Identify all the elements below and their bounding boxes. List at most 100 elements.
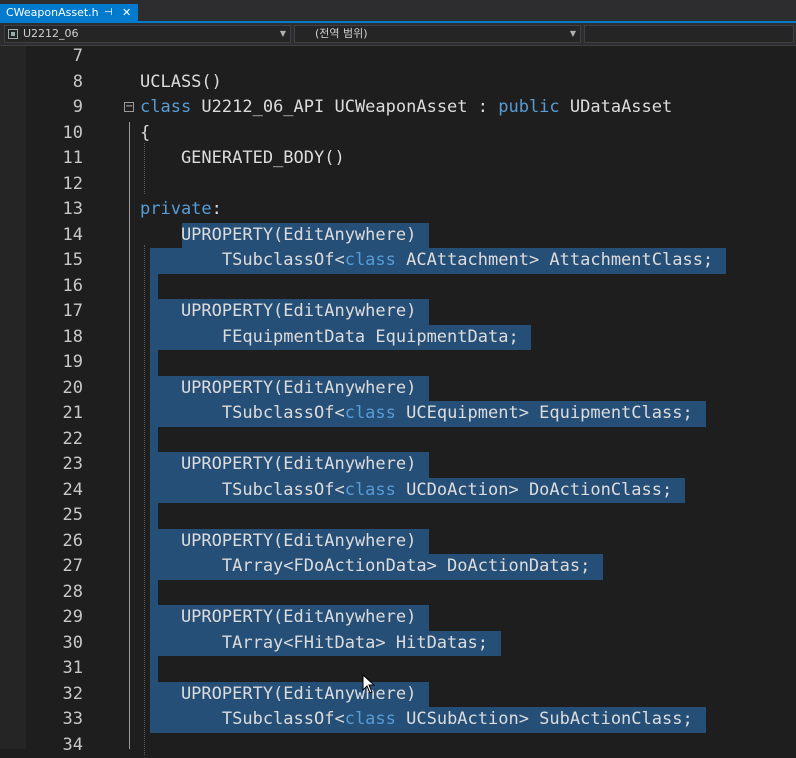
code-editor[interactable]: 78UCLASS()9−class U2212_06_API UCWeaponA… [0, 46, 796, 749]
code-token: UPROPERTY(EditAnywhere) [140, 301, 416, 321]
code-line[interactable]: 27 TArray<FDoActionData> DoActionDatas; [0, 554, 796, 580]
navigation-bar: U2212_06 ▼ (전역 범위) ▼ [0, 23, 796, 46]
code-line[interactable]: 26 UPROPERTY(EditAnywhere) [0, 529, 796, 555]
code-text: UCLASS() [140, 70, 222, 96]
line-number: 13 [40, 197, 83, 223]
code-token: UDataAsset [560, 97, 673, 117]
keyword-token: public [498, 97, 559, 117]
code-line[interactable]: 25 [0, 503, 796, 529]
code-line[interactable]: 17 UPROPERTY(EditAnywhere) [0, 299, 796, 325]
code-line[interactable]: 12 [0, 172, 796, 198]
code-text: FEquipmentData EquipmentData; [140, 325, 519, 351]
code-line[interactable]: 19 [0, 350, 796, 376]
close-icon[interactable]: ✕ [122, 4, 131, 21]
code-line[interactable]: 10 { [0, 121, 796, 147]
selection-highlight [150, 503, 158, 529]
code-line[interactable]: 28 [0, 580, 796, 606]
line-number: 10 [40, 121, 83, 147]
scope-dropdown[interactable]: (전역 범위) ▼ [294, 25, 581, 43]
code-text: TArray<FHitData> HitDatas; [140, 631, 488, 657]
keyword-token: class [345, 403, 396, 423]
code-token: TSubclassOf< [140, 709, 345, 729]
line-number: 7 [40, 44, 83, 70]
keyword-token: class [345, 250, 396, 270]
line-number: 29 [40, 605, 83, 631]
code-token: UPROPERTY(EditAnywhere) [140, 454, 416, 474]
line-number: 34 [40, 733, 83, 758]
code-text: UPROPERTY(EditAnywhere) [140, 529, 416, 555]
tab-title: CWeaponAsset.h [6, 4, 99, 21]
code-line[interactable]: 31 [0, 656, 796, 682]
scope-label: (전역 범위) [315, 26, 368, 42]
code-token: TArray<FHitData> HitDatas; [140, 633, 488, 653]
line-number: 33 [40, 707, 83, 733]
line-number: 18 [40, 325, 83, 351]
code-line[interactable]: 15 TSubclassOf<class ACAttachment> Attac… [0, 248, 796, 274]
line-number: 21 [40, 401, 83, 427]
code-line[interactable]: 11 GENERATED_BODY() [0, 146, 796, 172]
line-number: 30 [40, 631, 83, 657]
code-token: ACAttachment> AttachmentClass; [396, 250, 713, 270]
code-line[interactable]: 34 [0, 733, 796, 758]
chevron-down-icon: ▼ [570, 26, 576, 42]
code-line[interactable]: 32 UPROPERTY(EditAnywhere) [0, 682, 796, 708]
line-number: 24 [40, 478, 83, 504]
code-line[interactable]: 22 [0, 427, 796, 453]
code-token: UCEquipment> EquipmentClass; [396, 403, 693, 423]
code-token: U2212_06_API UCWeaponAsset : [191, 97, 498, 117]
code-text: GENERATED_BODY() [140, 146, 345, 172]
code-line[interactable]: 24 TSubclassOf<class UCDoAction> DoActio… [0, 478, 796, 504]
tab-cweaponasset-h[interactable]: CWeaponAsset.h ⊣ ✕ [0, 4, 138, 23]
pin-icon[interactable]: ⊣ [104, 4, 113, 21]
selection-highlight [150, 580, 158, 606]
code-token: TSubclassOf< [140, 403, 345, 423]
code-token: UPROPERTY(EditAnywhere) [140, 378, 416, 398]
code-line[interactable]: 9 −class U2212_06_API UCWeaponAsset : pub… [0, 95, 796, 121]
collapse-icon[interactable]: − [124, 102, 134, 112]
code-token: UCDoAction> DoActionClass; [396, 480, 672, 500]
code-token: UPROPERTY(EditAnywhere) [140, 225, 416, 245]
member-dropdown[interactable] [584, 25, 794, 43]
code-line[interactable]: 30 TArray<FHitData> HitDatas; [0, 631, 796, 657]
selection-highlight [150, 274, 158, 300]
arrow-cursor-icon [362, 674, 376, 694]
code-line[interactable]: 21 TSubclassOf<class UCEquipment> Equipm… [0, 401, 796, 427]
code-text: TSubclassOf<class UCEquipment> Equipment… [140, 401, 693, 427]
line-number: 28 [40, 580, 83, 606]
code-text: TSubclassOf<class UCSubAction> SubAction… [140, 707, 693, 733]
code-text: UPROPERTY(EditAnywhere) [140, 223, 416, 249]
code-text: UPROPERTY(EditAnywhere) [140, 299, 416, 325]
code-text: UPROPERTY(EditAnywhere) [140, 452, 416, 478]
line-number: 15 [40, 248, 83, 274]
indent-guide [144, 143, 145, 194]
project-icon [8, 29, 18, 39]
line-number: 12 [40, 172, 83, 198]
line-number: 9 [40, 95, 83, 121]
code-line[interactable]: 20 UPROPERTY(EditAnywhere) [0, 376, 796, 402]
indent-guide [144, 245, 145, 755]
line-number: 31 [40, 656, 83, 682]
code-line[interactable]: 23 UPROPERTY(EditAnywhere) [0, 452, 796, 478]
code-text: TSubclassOf<class UCDoAction> DoActionCl… [140, 478, 672, 504]
project-dropdown[interactable]: U2212_06 ▼ [4, 25, 291, 43]
code-token: TSubclassOf< [140, 480, 345, 500]
code-token: { [140, 123, 150, 143]
project-name: U2212_06 [23, 26, 79, 42]
code-line[interactable]: 7 [0, 44, 796, 70]
line-number: 23 [40, 452, 83, 478]
code-line[interactable]: 13private: [0, 197, 796, 223]
code-line[interactable]: 16 [0, 274, 796, 300]
code-line[interactable]: 18 FEquipmentData EquipmentData; [0, 325, 796, 351]
code-line[interactable]: 29 UPROPERTY(EditAnywhere) [0, 605, 796, 631]
keyword-token: private [140, 199, 212, 219]
line-number: 32 [40, 682, 83, 708]
keyword-token: class [140, 97, 191, 117]
code-text: TArray<FDoActionData> DoActionDatas; [140, 554, 590, 580]
code-line[interactable]: 33 TSubclassOf<class UCSubAction> SubAct… [0, 707, 796, 733]
code-line[interactable]: 8UCLASS() [0, 70, 796, 96]
code-token: TSubclassOf< [140, 250, 345, 270]
code-text: TSubclassOf<class ACAttachment> Attachme… [140, 248, 713, 274]
keyword-token: class [345, 709, 396, 729]
code-line[interactable]: 14 UPROPERTY(EditAnywhere) [0, 223, 796, 249]
code-token: GENERATED_BODY() [140, 148, 345, 168]
